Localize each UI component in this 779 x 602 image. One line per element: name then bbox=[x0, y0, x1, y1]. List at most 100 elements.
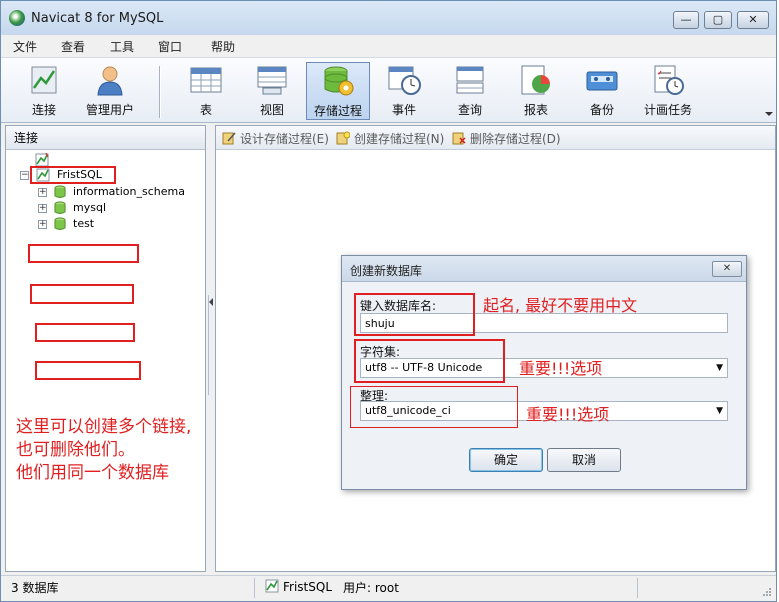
event-icon bbox=[388, 66, 421, 95]
expand-icon[interactable]: + bbox=[38, 203, 47, 213]
toolbar-label: 计画任务 bbox=[643, 103, 692, 117]
toolbar-report-button[interactable]: 报表 bbox=[505, 62, 567, 120]
connection-panel-header: 连接 bbox=[6, 126, 205, 150]
toolbar-label: 表 bbox=[199, 103, 212, 117]
maximize-button[interactable]: ▢ bbox=[704, 11, 732, 29]
create-icon bbox=[336, 131, 350, 145]
toolbar-label: 存储过程 bbox=[313, 104, 362, 118]
design-procedure-label: 设计存储过程(E) bbox=[240, 132, 329, 146]
status-user: 用户: root bbox=[343, 581, 399, 595]
annotation-box-charset bbox=[354, 339, 505, 383]
status-database-count: 3 数据库 bbox=[11, 581, 59, 595]
status-connection: FristSQL bbox=[265, 579, 332, 594]
annotation-text-line: 这里可以创建多个链接, bbox=[16, 417, 192, 437]
annotation-charset-text: 重要!!!选项 bbox=[519, 359, 603, 378]
menu-help[interactable]: 帮助 bbox=[211, 38, 235, 55]
dialog-close-button[interactable]: ✕ bbox=[712, 261, 742, 277]
toolbar-label: 查询 bbox=[457, 103, 482, 117]
tree-db-mysql[interactable]: + mysql bbox=[38, 200, 106, 216]
toolbar-separator bbox=[159, 66, 161, 118]
menu-view[interactable]: 查看 bbox=[61, 38, 85, 55]
annotation-db-name-text: 起名, 最好不要用中文 bbox=[483, 296, 638, 315]
toolbar-label: 连接 bbox=[31, 103, 56, 117]
toolbar-connect-button[interactable]: 连接 bbox=[13, 62, 75, 120]
toolbar-overflow-chevron-icon[interactable] bbox=[764, 58, 774, 122]
toolbar-manage-users-button[interactable]: 管理用户 bbox=[79, 62, 141, 120]
dropdown-arrow-icon[interactable]: ▼ bbox=[716, 402, 723, 420]
toolbar-backup-button[interactable]: 备份 bbox=[571, 62, 633, 120]
query-icon bbox=[456, 66, 484, 94]
connect-icon bbox=[31, 66, 57, 94]
view-icon bbox=[257, 66, 287, 95]
design-procedure-button[interactable]: 设计存储过程(E) bbox=[222, 130, 329, 147]
main-toolbar: 连接 管理用户 表 视图 存储过程 事件 查询 报表 备份 计画任务 bbox=[1, 57, 776, 123]
annotation-text-line: 他们用同一个数据库 bbox=[16, 463, 169, 483]
dialog-title: 创建新数据库 bbox=[350, 264, 423, 278]
procedure-toolbar: 设计存储过程(E) 创建存储过程(N) 删除存储过程(D) bbox=[216, 126, 775, 150]
toolbar-label: 管理用户 bbox=[85, 103, 134, 117]
annotation-box bbox=[35, 361, 141, 380]
collapse-icon[interactable]: − bbox=[20, 170, 29, 180]
ok-button[interactable]: 确定 bbox=[469, 448, 543, 472]
toolbar-label: 备份 bbox=[589, 103, 614, 117]
title-bar: Navicat 8 for MySQL — ▢ ✕ bbox=[1, 1, 776, 35]
database-icon bbox=[54, 185, 65, 198]
annotation-text-line: 也可删除他们。 bbox=[16, 440, 135, 460]
status-divider bbox=[637, 578, 638, 598]
expand-icon[interactable]: + bbox=[38, 219, 47, 229]
schedule-icon bbox=[654, 65, 684, 95]
table-icon bbox=[190, 67, 222, 93]
collapse-left-icon[interactable] bbox=[208, 297, 214, 307]
annotation-box-collation bbox=[350, 386, 518, 428]
create-database-dialog: 创建新数据库 ✕ 键入数据库名: 字符集: utf8 -- UTF-8 Unic… bbox=[341, 255, 747, 490]
delete-procedure-button[interactable]: 删除存储过程(D) bbox=[452, 130, 561, 147]
annotation-collation-text: 重要!!!选项 bbox=[526, 405, 610, 424]
toolbar-label: 报表 bbox=[523, 103, 548, 117]
delete-icon bbox=[452, 132, 466, 145]
status-bar: 3 数据库 FristSQL 用户: root bbox=[1, 575, 776, 601]
dialog-title-bar: 创建新数据库 ✕ bbox=[342, 256, 746, 282]
status-connection-name: FristSQL bbox=[283, 580, 333, 594]
toolbar-label: 视图 bbox=[259, 103, 284, 117]
status-divider bbox=[254, 578, 255, 598]
tree-db-test[interactable]: + test bbox=[38, 216, 94, 232]
toolbar-schedule-button[interactable]: 计画任务 bbox=[637, 62, 699, 120]
menu-file[interactable]: 文件 bbox=[13, 38, 37, 55]
toolbar-table-button[interactable]: 表 bbox=[175, 62, 237, 120]
resize-grip-icon[interactable] bbox=[762, 587, 772, 597]
annotation-box-db-name bbox=[354, 293, 475, 336]
minimize-button[interactable]: — bbox=[673, 11, 699, 29]
annotation-box bbox=[30, 284, 134, 304]
toolbar-label: 事件 bbox=[391, 103, 416, 117]
database-name: information_schema bbox=[73, 185, 185, 198]
annotation-box bbox=[28, 244, 139, 263]
database-name: test bbox=[73, 217, 95, 230]
menu-bar: 文件 查看 工具 窗口 帮助 bbox=[1, 35, 776, 57]
create-procedure-button[interactable]: 创建存储过程(N) bbox=[336, 130, 444, 147]
database-icon bbox=[54, 201, 65, 214]
database-name: mysql bbox=[73, 201, 106, 214]
menu-window[interactable]: 窗口 bbox=[158, 38, 182, 55]
connection-panel: 连接 − FristSQL + information_schema + mys… bbox=[5, 125, 206, 572]
cancel-button[interactable]: 取消 bbox=[547, 448, 621, 472]
connection-icon bbox=[265, 579, 279, 593]
navicat-app-icon bbox=[9, 10, 25, 26]
toolbar-query-button[interactable]: 查询 bbox=[439, 62, 501, 120]
toolbar-view-button[interactable]: 视图 bbox=[241, 62, 303, 120]
create-procedure-label: 创建存储过程(N) bbox=[354, 132, 445, 146]
expand-icon[interactable]: + bbox=[38, 187, 47, 197]
backup-icon bbox=[586, 71, 618, 91]
report-icon bbox=[521, 65, 550, 95]
close-button[interactable]: ✕ bbox=[737, 11, 769, 29]
toolbar-procedure-button[interactable]: 存储过程 bbox=[306, 62, 370, 120]
annotation-box-connection bbox=[30, 166, 116, 184]
toolbar-event-button[interactable]: 事件 bbox=[373, 62, 435, 120]
panel-splitter[interactable] bbox=[207, 125, 215, 572]
tree-db-information-schema[interactable]: + information_schema bbox=[38, 184, 185, 200]
window-title: Navicat 8 for MySQL bbox=[31, 11, 164, 26]
splitter-grip bbox=[208, 295, 214, 395]
dropdown-arrow-icon[interactable]: ▼ bbox=[716, 359, 723, 377]
menu-tools[interactable]: 工具 bbox=[110, 38, 134, 55]
database-icon bbox=[54, 217, 65, 230]
procedure-icon bbox=[324, 66, 354, 96]
